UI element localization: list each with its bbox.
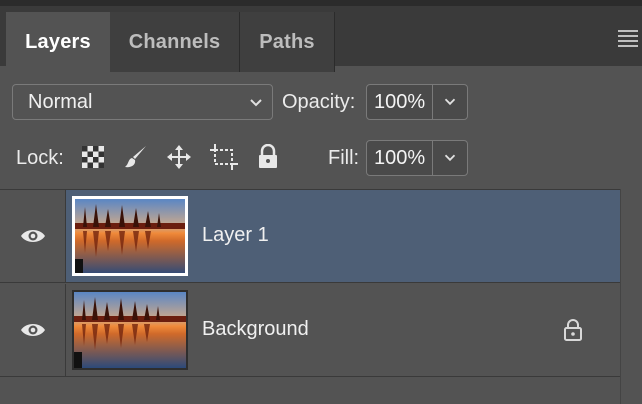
layer-row-layer-1[interactable]: Layer 1 [0,190,620,283]
layer-thumbnail [72,290,188,370]
tab-channels[interactable]: Channels [110,12,240,72]
fill-label: Fill: [328,147,360,169]
transparency-lock-icon[interactable] [80,144,106,170]
opacity-dropdown-button[interactable] [433,85,467,119]
chevron-down-icon [246,93,266,119]
opacity-value[interactable]: 100% [367,85,433,119]
chevron-down-icon [444,154,456,162]
eye-icon [20,230,45,242]
layer-lock-icon[interactable] [562,318,584,342]
visibility-toggle[interactable] [0,284,66,376]
tab-paths[interactable]: Paths [240,12,335,72]
panel-tab-bar: Layers Channels Paths [0,0,642,72]
artboard-lock-icon[interactable] [210,144,238,170]
panel-menu-icon[interactable] [618,30,638,47]
fill-value[interactable]: 100% [367,141,433,175]
layers-panel: Layers Channels Paths Normal Opacity: 10… [0,0,642,404]
move-lock-icon[interactable] [166,144,192,170]
brush-lock-icon[interactable] [123,144,149,170]
blend-mode-dropdown[interactable]: Normal [12,84,273,120]
layer-thumbnail [72,196,188,276]
fill-dropdown-button[interactable] [433,141,467,175]
layer-main-area[interactable]: Background [66,284,620,376]
layer-name[interactable]: Layer 1 [202,224,269,247]
padlock-icon[interactable] [256,143,282,170]
chevron-down-icon [444,98,456,106]
visibility-toggle[interactable] [0,190,66,282]
eye-icon [20,324,45,336]
layer-main-area[interactable]: Layer 1 [66,190,620,282]
opacity-label: Opacity: [282,91,356,113]
opacity-field[interactable]: 100% [366,84,468,120]
layer-row-background[interactable]: Background [0,284,620,377]
fill-field[interactable]: 100% [366,140,468,176]
scrollbar[interactable] [620,189,642,404]
tab-layers[interactable]: Layers [6,12,110,72]
blend-mode-value: Normal [28,90,93,113]
layer-name[interactable]: Background [202,318,309,341]
lock-label: Lock: [16,147,64,169]
